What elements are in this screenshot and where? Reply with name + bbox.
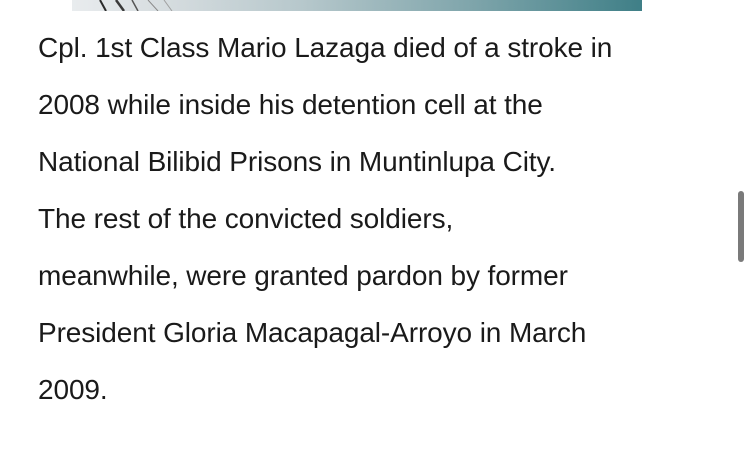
paragraph-line: 2008 while inside his detention cell at …: [38, 89, 543, 120]
article-body: Cpl. 1st Class Mario Lazaga died of a st…: [38, 19, 698, 418]
paragraph-line: The rest of the convicted soldiers,: [38, 203, 454, 234]
article-viewport: Cpl. 1st Class Mario Lazaga died of a st…: [0, 0, 750, 454]
scrollbar-thumb[interactable]: [738, 191, 744, 262]
image-texture: [99, 0, 173, 11]
paragraph-line: meanwhile, were granted pardon by former: [38, 260, 568, 291]
paragraph-line: National Bilibid Prisons in Muntinlupa C…: [38, 146, 556, 177]
article-image-bottom-edge: [72, 0, 642, 11]
paragraph-line: 2009.: [38, 374, 108, 405]
article-paragraph: Cpl. 1st Class Mario Lazaga died of a st…: [38, 19, 698, 418]
paragraph-line: President Gloria Macapagal-Arroyo in Mar…: [38, 317, 587, 348]
paragraph-line: Cpl. 1st Class Mario Lazaga died of a st…: [38, 32, 613, 63]
